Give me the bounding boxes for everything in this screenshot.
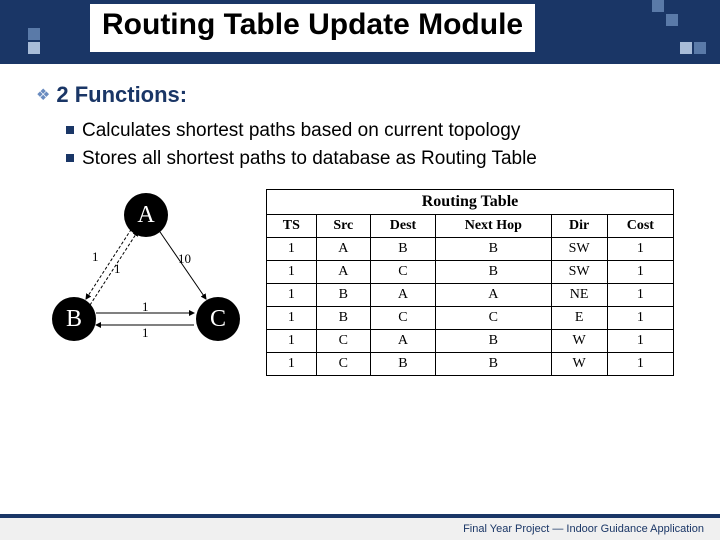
table-cell: A bbox=[370, 330, 435, 353]
table-cell: 1 bbox=[607, 330, 673, 353]
graph-node-c: C bbox=[196, 297, 240, 341]
table-cell: SW bbox=[551, 238, 607, 261]
heading-text: 2 Functions: bbox=[56, 82, 187, 108]
table-cell: E bbox=[551, 307, 607, 330]
table-cell: A bbox=[435, 284, 551, 307]
table-cell: B bbox=[435, 261, 551, 284]
col-src: Src bbox=[316, 215, 370, 238]
edge-weight-ac: 10 bbox=[178, 251, 191, 267]
topology-graph: A B C 1 1 1 1 10 bbox=[46, 189, 246, 359]
col-ts: TS bbox=[267, 215, 317, 238]
table-cell: B bbox=[370, 238, 435, 261]
col-cost: Cost bbox=[607, 215, 673, 238]
edge-weight-ab2: 1 bbox=[114, 261, 121, 277]
table-cell: 1 bbox=[267, 261, 317, 284]
table-cell: A bbox=[370, 284, 435, 307]
table-cell: B bbox=[435, 330, 551, 353]
table-cell: A bbox=[316, 238, 370, 261]
col-dest: Dest bbox=[370, 215, 435, 238]
table-cell: B bbox=[316, 307, 370, 330]
table-cell: 1 bbox=[267, 330, 317, 353]
routing-table-wrap: Routing Table TS Src Dest Next Hop Dir C… bbox=[266, 189, 674, 376]
table-row: 1ACBSW1 bbox=[267, 261, 674, 284]
table-row: 1BAANE1 bbox=[267, 284, 674, 307]
table-cell: C bbox=[370, 307, 435, 330]
table-cell: C bbox=[370, 261, 435, 284]
bullet-text: Calculates shortest paths based on curre… bbox=[82, 118, 520, 144]
table-cell: W bbox=[551, 353, 607, 376]
table-cell: 1 bbox=[267, 284, 317, 307]
square-bullet-icon bbox=[66, 154, 74, 162]
table-row: 1ABBSW1 bbox=[267, 238, 674, 261]
table-cell: B bbox=[370, 353, 435, 376]
table-cell: 1 bbox=[607, 353, 673, 376]
decorative-squares-right bbox=[652, 0, 720, 54]
edge-weight-ab1: 1 bbox=[92, 249, 99, 265]
section-heading: ❖ 2 Functions: bbox=[36, 82, 684, 108]
table-cell: C bbox=[316, 353, 370, 376]
table-cell: 1 bbox=[607, 261, 673, 284]
table-cell: B bbox=[316, 284, 370, 307]
slide-title: Routing Table Update Module bbox=[90, 4, 535, 52]
table-cell: 1 bbox=[267, 238, 317, 261]
edge-weight-bc-top: 1 bbox=[142, 299, 149, 315]
table-cell: A bbox=[316, 261, 370, 284]
bullet-list: Calculates shortest paths based on curre… bbox=[66, 118, 684, 171]
edge-weight-bc-bot: 1 bbox=[142, 325, 149, 341]
list-item: Calculates shortest paths based on curre… bbox=[66, 118, 684, 144]
col-dir: Dir bbox=[551, 215, 607, 238]
diamond-bullet-icon: ❖ bbox=[36, 85, 50, 105]
graph-node-a: A bbox=[124, 193, 168, 237]
square-bullet-icon bbox=[66, 126, 74, 134]
table-row: 1BCCE1 bbox=[267, 307, 674, 330]
table-cell: B bbox=[435, 353, 551, 376]
table-cell: 1 bbox=[267, 353, 317, 376]
table-caption: Routing Table bbox=[266, 189, 674, 214]
table-cell: C bbox=[435, 307, 551, 330]
table-cell: NE bbox=[551, 284, 607, 307]
table-cell: 1 bbox=[607, 307, 673, 330]
list-item: Stores all shortest paths to database as… bbox=[66, 146, 684, 172]
header-band: Routing Table Update Module bbox=[0, 0, 720, 64]
table-cell: W bbox=[551, 330, 607, 353]
table-cell: SW bbox=[551, 261, 607, 284]
table-cell: 1 bbox=[607, 238, 673, 261]
table-cell: 1 bbox=[267, 307, 317, 330]
table-cell: B bbox=[435, 238, 551, 261]
col-nexthop: Next Hop bbox=[435, 215, 551, 238]
bullet-text: Stores all shortest paths to database as… bbox=[82, 146, 537, 172]
table-row: 1CABW1 bbox=[267, 330, 674, 353]
figure-row: A B C 1 1 1 1 10 Routing Table TS Src De… bbox=[36, 189, 684, 376]
graph-node-b: B bbox=[52, 297, 96, 341]
table-cell: 1 bbox=[607, 284, 673, 307]
routing-table: TS Src Dest Next Hop Dir Cost 1ABBSW11AC… bbox=[266, 214, 674, 376]
content-area: ❖ 2 Functions: Calculates shortest paths… bbox=[0, 64, 720, 376]
decorative-squares-left bbox=[0, 0, 54, 54]
footer-text: Final Year Project — Indoor Guidance App… bbox=[463, 523, 704, 535]
table-row: 1CBBW1 bbox=[267, 353, 674, 376]
table-cell: C bbox=[316, 330, 370, 353]
footer: Final Year Project — Indoor Guidance App… bbox=[0, 514, 720, 540]
table-header-row: TS Src Dest Next Hop Dir Cost bbox=[267, 215, 674, 238]
